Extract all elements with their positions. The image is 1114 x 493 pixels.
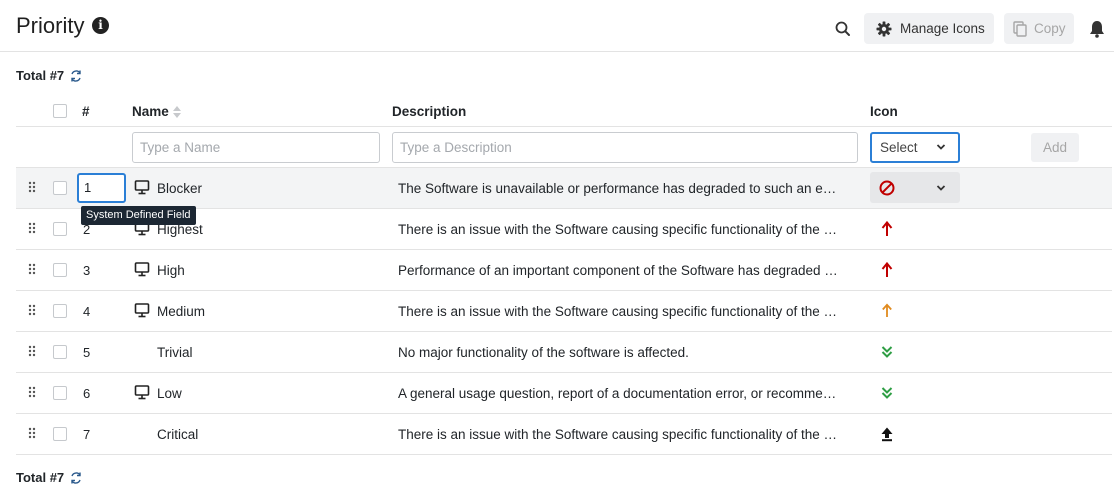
- row-order: 5: [83, 345, 91, 360]
- double-chevron-down-green-icon: [881, 387, 893, 399]
- copy-icon: [1013, 20, 1027, 37]
- row-icon-select[interactable]: [870, 172, 960, 203]
- description-input[interactable]: Type a Description: [392, 132, 858, 163]
- name-input[interactable]: Type a Name: [132, 132, 380, 163]
- total-label: Total #7: [16, 470, 65, 485]
- total-label: Total #7: [16, 68, 65, 83]
- drag-handle-icon[interactable]: [27, 222, 37, 236]
- search-icon[interactable]: [832, 18, 854, 40]
- copy-button[interactable]: Copy: [1004, 13, 1074, 44]
- drag-handle-icon[interactable]: [27, 386, 37, 400]
- row-description: There is an issue with the Software caus…: [398, 427, 838, 442]
- blocked-icon: [879, 180, 895, 196]
- system-defined-icon[interactable]: [134, 303, 150, 318]
- system-field-tooltip: System Defined Field: [81, 206, 196, 225]
- row-checkbox[interactable]: [53, 263, 67, 277]
- drag-handle-icon[interactable]: [27, 181, 37, 195]
- arrow-up-red-icon: [881, 220, 893, 236]
- row-checkbox[interactable]: [53, 427, 67, 441]
- icon-select[interactable]: Select: [870, 132, 960, 163]
- row-name: Blocker: [157, 181, 203, 196]
- system-defined-icon[interactable]: [134, 180, 150, 195]
- column-header-number: #: [82, 104, 90, 119]
- copy-label: Copy: [1034, 21, 1066, 36]
- arrow-up-orange-icon: [882, 303, 892, 317]
- row-checkbox[interactable]: [53, 222, 67, 236]
- arrow-up-red-icon: [881, 261, 893, 277]
- refresh-icon[interactable]: [69, 471, 83, 485]
- drag-handle-icon[interactable]: [27, 263, 37, 277]
- row-description: There is an issue with the Software caus…: [398, 222, 838, 237]
- manage-icons-button[interactable]: Manage Icons: [864, 13, 994, 44]
- total-count-top: Total #7: [16, 68, 83, 83]
- double-chevron-down-green-icon: [881, 346, 893, 358]
- row-description: Performance of an important component of…: [398, 263, 838, 278]
- row-order: 4: [83, 304, 91, 319]
- table-row[interactable]: 1 Blocker The Software is unavailable or …: [16, 168, 1112, 209]
- info-icon[interactable]: i: [92, 17, 109, 34]
- row-description: A general usage question, report of a do…: [398, 386, 838, 401]
- manage-icons-label: Manage Icons: [900, 21, 985, 36]
- row-checkbox[interactable]: [53, 181, 67, 195]
- total-count-bottom: Total #7: [16, 470, 83, 485]
- order-input[interactable]: 1: [77, 173, 126, 203]
- drag-handle-icon[interactable]: [27, 345, 37, 359]
- table-row[interactable]: 6 Low A general usage question, report of…: [16, 373, 1112, 414]
- gear-icon: [876, 21, 892, 36]
- table-row[interactable]: 5 Trivial No major functionality of the so…: [16, 332, 1112, 373]
- row-description: There is an issue with the Software caus…: [398, 304, 838, 319]
- table-row[interactable]: 3 High Performance of an important compon…: [16, 250, 1112, 291]
- row-name: Critical: [157, 427, 199, 442]
- row-order: 3: [83, 263, 91, 278]
- sort-icon[interactable]: [172, 105, 182, 119]
- system-defined-icon[interactable]: [134, 262, 150, 277]
- drag-handle-icon[interactable]: [27, 304, 37, 318]
- column-header-icon: Icon: [870, 104, 898, 119]
- row-checkbox[interactable]: [53, 345, 67, 359]
- row-name: Low: [157, 386, 182, 401]
- row-name: Trivial: [157, 345, 193, 360]
- divider: [16, 126, 1112, 127]
- drag-handle-icon[interactable]: [27, 427, 37, 441]
- add-button[interactable]: Add: [1031, 133, 1079, 162]
- column-header-description: Description: [392, 104, 467, 119]
- row-checkbox[interactable]: [53, 304, 67, 318]
- system-defined-icon[interactable]: [134, 385, 150, 400]
- row-name: High: [157, 263, 185, 278]
- row-description: The Software is unavailable or performan…: [398, 181, 838, 196]
- page-title: Priority: [16, 13, 85, 38]
- bell-icon[interactable]: [1087, 19, 1107, 39]
- refresh-icon[interactable]: [69, 69, 83, 83]
- column-header-name[interactable]: Name: [132, 104, 182, 119]
- chevron-down-icon: [936, 185, 946, 191]
- column-header-name-label: Name: [132, 104, 169, 119]
- row-order: 7: [83, 427, 91, 442]
- chevron-down-icon: [936, 144, 946, 150]
- page-header: Priority i Manage Icons Copy: [0, 0, 1114, 52]
- table-row[interactable]: 4 Medium There is an issue with the Softw…: [16, 291, 1112, 332]
- arrow-up-bar-black-icon: [881, 427, 893, 442]
- row-description: No major functionality of the software i…: [398, 345, 689, 360]
- row-name: Medium: [157, 304, 206, 319]
- row-checkbox[interactable]: [53, 386, 67, 400]
- icon-select-value: Select: [880, 140, 918, 155]
- row-order: 6: [83, 386, 91, 401]
- table-row[interactable]: 7 Critical There is an issue with the Soft…: [16, 414, 1112, 455]
- select-all-checkbox[interactable]: [53, 104, 67, 118]
